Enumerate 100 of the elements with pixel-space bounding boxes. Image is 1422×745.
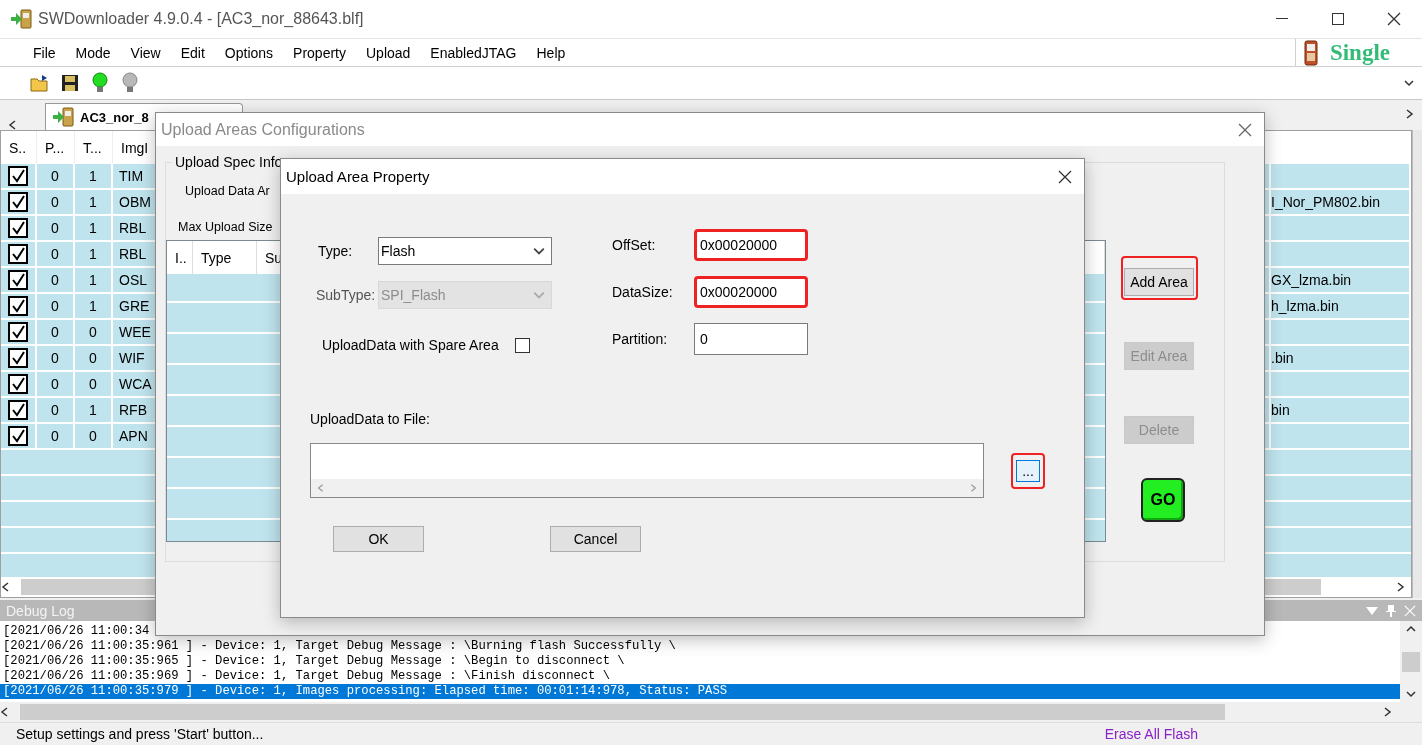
browse-button[interactable]: ... bbox=[1016, 459, 1040, 482]
log-line[interactable]: [2021/06/26 11:00:35:965 ] - Device: 1, Target Debug Message : \Begin to disconnect \ bbox=[0, 654, 1400, 669]
checkbox[interactable] bbox=[8, 322, 28, 342]
field-label: DataSize: bbox=[612, 283, 674, 300]
checkbox[interactable] bbox=[8, 374, 28, 394]
scroll-left-icon bbox=[317, 484, 325, 492]
field-label: SubType: bbox=[315, 287, 377, 303]
checkbox[interactable] bbox=[8, 166, 28, 186]
checkbox[interactable] bbox=[8, 426, 28, 446]
checkbox[interactable] bbox=[8, 244, 28, 264]
menu-item[interactable]: File bbox=[23, 39, 66, 66]
app-icon bbox=[10, 9, 32, 29]
field-label: Type: bbox=[317, 243, 354, 259]
dialog-button[interactable]: Add Area bbox=[1124, 268, 1194, 296]
connect-button[interactable] bbox=[89, 71, 111, 95]
table-cell: 0 bbox=[37, 398, 75, 422]
field-label: UploadData to File: bbox=[310, 411, 431, 427]
scrollbar-thumb[interactable] bbox=[20, 704, 1225, 720]
table-cell: 1 bbox=[75, 294, 113, 318]
menu-item[interactable]: Property bbox=[283, 39, 356, 66]
menu-item[interactable]: Upload bbox=[356, 39, 421, 66]
checkbox[interactable] bbox=[8, 270, 28, 290]
checkbox[interactable] bbox=[514, 337, 530, 353]
scroll-left-icon bbox=[0, 707, 10, 717]
menu-item[interactable]: Mode bbox=[65, 39, 121, 66]
caret-icon bbox=[1404, 78, 1414, 88]
folder-icon bbox=[30, 74, 50, 92]
check-icon bbox=[11, 377, 25, 391]
scroll-right-icon bbox=[969, 484, 977, 492]
app-icon bbox=[52, 107, 74, 127]
checkbox[interactable] bbox=[8, 400, 28, 420]
menu-item[interactable]: View bbox=[120, 39, 171, 66]
check-icon bbox=[11, 273, 25, 287]
close-icon bbox=[1387, 12, 1401, 26]
text-field[interactable]: 0 bbox=[694, 322, 808, 355]
status-action: Erase All Flash bbox=[1104, 726, 1198, 742]
scroll-right-icon bbox=[1404, 109, 1414, 119]
menu-item[interactable]: EnabledJTAG bbox=[420, 39, 527, 66]
scroll-right-icon bbox=[1395, 582, 1405, 592]
caret-icon bbox=[533, 289, 545, 301]
file-path-field[interactable] bbox=[310, 443, 984, 498]
check-icon bbox=[11, 221, 25, 235]
checkbox[interactable] bbox=[8, 348, 28, 368]
table-cell: 0 bbox=[37, 242, 75, 266]
lightbulb-icon bbox=[92, 72, 108, 94]
menu-item[interactable]: Options bbox=[214, 39, 284, 66]
dialog-title: Upload Area Property bbox=[286, 168, 430, 185]
panel-title: Debug Log bbox=[6, 602, 75, 619]
dialog-button[interactable]: OK bbox=[333, 526, 424, 552]
pin-icon bbox=[1386, 604, 1396, 617]
column-header[interactable]: S.. bbox=[1, 131, 37, 164]
field-label: Partition: bbox=[612, 330, 669, 347]
check-icon bbox=[11, 247, 25, 261]
close-icon bbox=[1058, 169, 1072, 184]
table-cell: 0 bbox=[75, 424, 113, 448]
close-icon bbox=[1404, 604, 1416, 617]
table-cell: 0 bbox=[75, 320, 113, 344]
table-cell: 1 bbox=[75, 398, 113, 422]
column-header[interactable]: I.. bbox=[167, 241, 193, 274]
check-icon bbox=[11, 195, 25, 209]
column-header[interactable]: Type bbox=[193, 241, 257, 274]
table-cell: 0 bbox=[37, 268, 75, 292]
scroll-down-icon bbox=[1406, 689, 1416, 699]
checkbox[interactable] bbox=[8, 296, 28, 316]
mode-label: Single bbox=[1329, 39, 1390, 66]
lightbulb-icon bbox=[122, 72, 138, 94]
disconnect-button[interactable] bbox=[119, 71, 141, 95]
scroll-left-icon bbox=[1, 582, 11, 592]
scrollbar-thumb[interactable] bbox=[1402, 651, 1420, 672]
table-cell: 0 bbox=[37, 372, 75, 396]
check-icon bbox=[11, 299, 25, 313]
check-icon bbox=[11, 429, 25, 443]
text-field[interactable]: 0x00020000 bbox=[694, 228, 808, 261]
field-label: OffSet: bbox=[612, 236, 657, 253]
table-cell: 1 bbox=[75, 242, 113, 266]
log-line[interactable]: [2021/06/26 11:00:35:969 ] - Device: 1, Target Debug Message : \Finish disconnect \ bbox=[0, 669, 1400, 684]
window-title: SWDownloader 4.9.0.4 - [AC3_nor_88643.blf] bbox=[38, 10, 364, 28]
column-header[interactable]: P... bbox=[37, 131, 75, 164]
dialog-button[interactable]: Cancel bbox=[550, 526, 641, 552]
checkbox[interactable] bbox=[8, 192, 28, 212]
table-cell: 0 bbox=[37, 294, 75, 318]
dropdown-icon bbox=[1366, 606, 1378, 615]
menu-item[interactable]: Help bbox=[526, 39, 576, 66]
maximize-icon bbox=[1332, 13, 1344, 25]
text-field[interactable]: 0x00020000 bbox=[694, 275, 808, 308]
menu-item[interactable]: Edit bbox=[170, 39, 215, 66]
close-icon bbox=[1238, 122, 1252, 137]
table-cell: 0 bbox=[37, 320, 75, 344]
checkbox[interactable] bbox=[8, 218, 28, 238]
go-button[interactable]: GO bbox=[1141, 478, 1185, 522]
table-cell: 1 bbox=[75, 216, 113, 240]
dropdown-field[interactable]: Flash bbox=[378, 237, 552, 265]
table-cell: 0 bbox=[37, 190, 75, 214]
log-line[interactable]: [2021/06/26 11:00:35:961 ] - Device: 1, Target Debug Message : \Burning flash Successfully \ bbox=[0, 639, 1400, 654]
table-cell: 1 bbox=[75, 268, 113, 292]
scroll-right-icon bbox=[1382, 707, 1392, 717]
check-icon bbox=[11, 403, 25, 417]
table-cell: 0 bbox=[37, 216, 75, 240]
checkbox-label: UploadData with Spare Area bbox=[322, 337, 499, 353]
column-header[interactable]: T... bbox=[75, 131, 113, 164]
